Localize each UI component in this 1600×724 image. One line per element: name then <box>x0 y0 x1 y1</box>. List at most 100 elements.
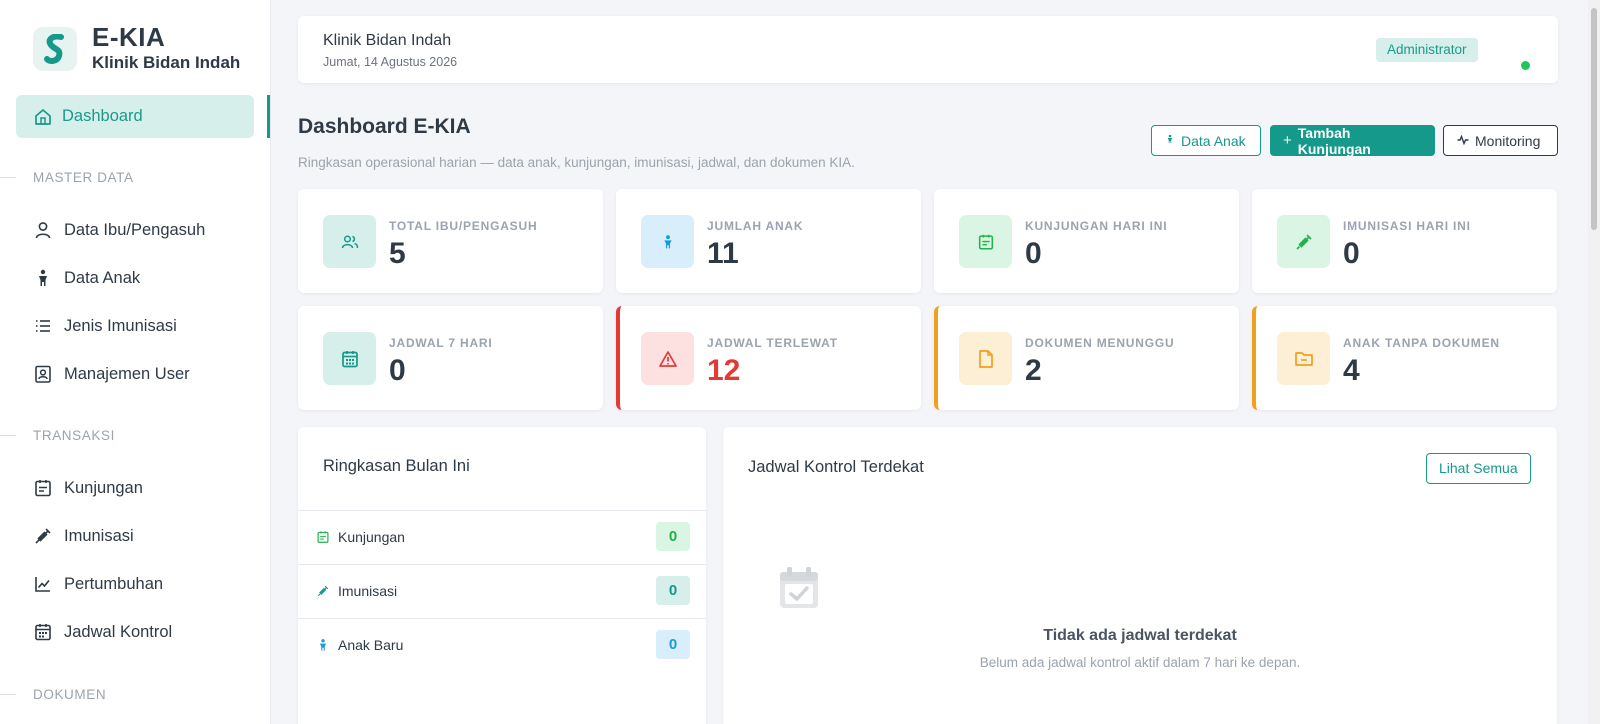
chart-line-icon <box>33 574 53 594</box>
sidebar: E-KIA Klinik Bidan Indah Dashboard MASTE… <box>0 0 271 724</box>
file-icon <box>959 332 1012 385</box>
stat-value: 5 <box>389 237 406 270</box>
stat-label: IMUNISASI HARI INI <box>1343 219 1471 233</box>
stat-card[interactable]: ANAK TANPA DOKUMEN 4 <box>1252 306 1557 410</box>
user-icon <box>33 220 53 240</box>
folder-icon <box>1277 332 1330 385</box>
divider <box>0 435 16 436</box>
stat-card[interactable]: DOKUMEN MENUNGGU 2 <box>934 306 1239 410</box>
summary-count: 0 <box>656 630 690 659</box>
summary-count: 0 <box>656 576 690 605</box>
empty-state-description: Belum ada jadwal kontrol aktif dalam 7 h… <box>979 655 1301 670</box>
clinic-name: Klinik Bidan Indah <box>323 32 452 49</box>
divider <box>0 177 16 178</box>
stat-value: 11 <box>707 237 739 270</box>
current-date: Jumat, 14 Agustus 2026 <box>323 55 458 69</box>
id-badge-icon <box>33 364 53 384</box>
tambah-kunjungan-button[interactable]: + Tambah Kunjungan <box>1270 124 1435 157</box>
sidebar-item-label: Jenis Imunisasi <box>64 316 177 335</box>
sidebar-item-label: Data Anak <box>64 268 141 287</box>
child-icon <box>316 638 330 652</box>
sidebar-item-jadwal-kontrol[interactable]: Jadwal Kontrol <box>33 622 172 642</box>
stat-label: JUMLAH ANAK <box>707 219 804 233</box>
button-label: Tambah Kunjungan <box>1297 124 1371 157</box>
sidebar-item-label: Dashboard <box>62 107 143 125</box>
sidebar-item-data-anak[interactable]: Data Anak <box>33 268 140 288</box>
active-indicator <box>267 95 270 138</box>
sidebar-item-kunjungan[interactable]: Kunjungan <box>33 478 143 498</box>
online-status-dot <box>1521 61 1530 70</box>
summary-row: Anak Baru 0 <box>298 618 706 672</box>
button-label: Monitoring <box>1475 132 1541 149</box>
stat-value: 12 <box>707 354 741 387</box>
calendar-check-icon <box>776 565 822 616</box>
upcoming-schedule-panel: Jadwal Kontrol Terdekat Lihat Semua Tida… <box>723 427 1557 724</box>
sidebar-item-pertumbuhan[interactable]: Pertumbuhan <box>33 574 163 594</box>
summary-row: Imunisasi 0 <box>298 564 706 618</box>
section-dokumen: DOKUMEN <box>33 687 107 702</box>
activity-icon <box>1457 134 1469 148</box>
home-icon <box>33 107 53 127</box>
stat-label: JADWAL 7 HARI <box>389 336 493 350</box>
logo-icon <box>33 26 77 71</box>
stat-card[interactable]: IMUNISASI HARI INI 0 <box>1252 189 1557 293</box>
stat-card[interactable]: JUMLAH ANAK 11 <box>616 189 921 293</box>
see-all-button[interactable]: Lihat Semua <box>1426 453 1531 484</box>
calendar-icon <box>33 622 53 642</box>
users-icon <box>323 215 376 268</box>
stat-label: KUNJUNGAN HARI INI <box>1025 219 1168 233</box>
section-master-data: MASTER DATA <box>33 170 134 185</box>
calendar-check-icon <box>959 215 1012 268</box>
sidebar-item-jenis-imunisasi[interactable]: Jenis Imunisasi <box>33 316 177 336</box>
calendar-icon <box>323 332 376 385</box>
button-label: Data Anak <box>1181 132 1246 149</box>
syringe-icon <box>316 584 330 598</box>
child-icon <box>641 215 694 268</box>
summary-label: Anak Baru <box>338 637 404 653</box>
stat-label: JADWAL TERLEWAT <box>707 336 838 350</box>
sidebar-item-data-ibu[interactable]: Data Ibu/Pengasuh <box>33 220 205 240</box>
sidebar-item-label: Manajemen User <box>64 364 190 383</box>
stat-value: 0 <box>1025 237 1042 270</box>
list-icon <box>33 316 53 336</box>
brand-title: E-KIA <box>92 22 166 52</box>
stat-value: 0 <box>389 354 406 387</box>
monitoring-button[interactable]: Monitoring <box>1443 125 1558 156</box>
stat-label: ANAK TANPA DOKUMEN <box>1343 336 1500 350</box>
sidebar-item-label: Jadwal Kontrol <box>64 622 173 641</box>
brand[interactable]: E-KIA Klinik Bidan Indah <box>33 24 240 73</box>
monthly-summary-panel: Ringkasan Bulan Ini Kunjungan 0 Imunisasi 0… <box>298 427 706 724</box>
page-description: Ringkasan operasional harian — data anak… <box>298 155 855 170</box>
divider <box>0 694 16 695</box>
warning-icon <box>641 332 694 385</box>
topbar: Klinik Bidan Indah Jumat, 14 Agustus 202… <box>298 16 1558 83</box>
stat-label: TOTAL IBU/PENGASUH <box>389 219 538 233</box>
summary-label: Imunisasi <box>338 583 398 599</box>
child-icon <box>1165 133 1175 148</box>
stat-value: 2 <box>1025 354 1042 387</box>
stat-value: 0 <box>1343 237 1360 270</box>
sidebar-item-label: Data Ibu/Pengasuh <box>64 220 206 239</box>
sidebar-item-dashboard[interactable]: Dashboard <box>16 95 254 138</box>
sidebar-item-imunisasi[interactable]: Imunisasi <box>33 526 134 546</box>
panel-title: Ringkasan Bulan Ini <box>323 457 470 475</box>
stat-card[interactable]: TOTAL IBU/PENGASUH 5 <box>298 189 603 293</box>
role-badge[interactable]: Administrator <box>1376 38 1478 62</box>
scrollbar-thumb[interactable] <box>1591 8 1597 230</box>
stat-card[interactable]: JADWAL TERLEWAT 12 <box>616 306 921 410</box>
page-title: Dashboard E-KIA <box>298 115 471 138</box>
stat-card[interactable]: JADWAL 7 HARI 0 <box>298 306 603 410</box>
section-transaksi: TRANSAKSI <box>33 428 115 443</box>
panel-title: Jadwal Kontrol Terdekat <box>748 458 924 476</box>
data-anak-button[interactable]: Data Anak <box>1151 125 1261 156</box>
stat-value: 4 <box>1343 354 1360 387</box>
sidebar-item-manajemen-user[interactable]: Manajemen User <box>33 364 190 384</box>
stat-card[interactable]: KUNJUNGAN HARI INI 0 <box>934 189 1239 293</box>
syringe-icon <box>33 526 53 546</box>
brand-subtitle: Klinik Bidan Indah <box>92 53 241 72</box>
sidebar-item-label: Kunjungan <box>64 478 143 497</box>
scrollbar[interactable] <box>1588 0 1600 724</box>
calendar-check-icon <box>316 530 330 544</box>
summary-count: 0 <box>656 522 690 551</box>
summary-row: Kunjungan 0 <box>298 510 706 564</box>
